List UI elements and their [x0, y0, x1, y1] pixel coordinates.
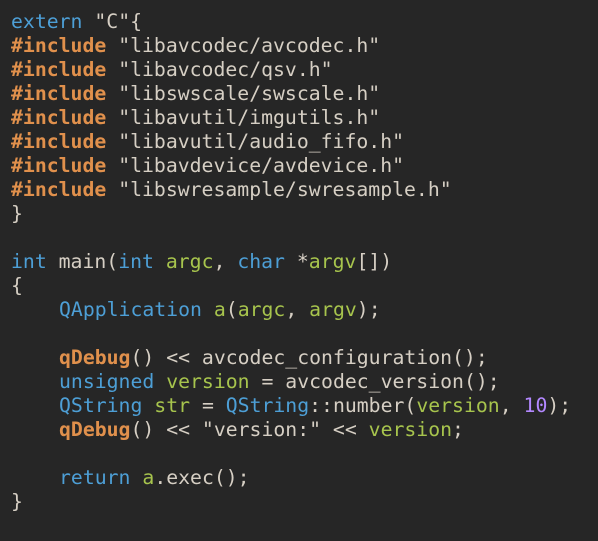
- code-line: QString str = QString::number(version, 1…: [11, 394, 598, 418]
- code-token: argc: [165, 250, 214, 273]
- code-line: #include "libavcodec/qsv.h": [11, 58, 598, 82]
- code-token: QString: [59, 394, 143, 417]
- code-token: );: [547, 394, 572, 417]
- code-line: ​: [11, 442, 598, 466]
- code-token: ;: [452, 418, 464, 441]
- code-token: "libswresample/swresample.h": [106, 178, 452, 201]
- code-token: version: [368, 418, 453, 441]
- code-token: #include: [11, 58, 107, 81]
- code-token: "libavcodec/avcodec.h": [106, 34, 381, 57]
- code-token: argv: [308, 250, 357, 273]
- code-token: extern: [11, 10, 83, 33]
- code-line: qDebug() << "version:" << version;: [11, 418, 598, 442]
- code-token: unsigned: [59, 370, 155, 393]
- code-token: a: [213, 298, 226, 321]
- code-line: #include "libavdevice/avdevice.h": [11, 154, 598, 178]
- code-token: }: [11, 490, 23, 513]
- code-editor[interactable]: extern "C"{#include "libavcodec/avcodec.…: [0, 0, 598, 541]
- code-line: unsigned version = avcodec_version();: [11, 370, 598, 394]
- code-line: return a.exec();: [11, 466, 598, 490]
- code-token: .exec();: [154, 466, 250, 489]
- code-token: argc: [237, 298, 286, 321]
- code-line: }: [11, 202, 598, 226]
- code-token: #include: [11, 34, 107, 57]
- code-line: extern "C"{: [11, 10, 598, 34]
- code-line: ​: [11, 226, 598, 250]
- code-line: int main(int argc, char *argv[]): [11, 250, 598, 274]
- code-token: #include: [11, 154, 107, 177]
- code-token: QApplication: [59, 298, 202, 321]
- code-token: char: [237, 250, 285, 273]
- code-token: return: [59, 466, 131, 489]
- code-token: qDebug: [59, 346, 131, 369]
- code-token: "libavutil/imgutils.h": [106, 106, 381, 129]
- code-token: ::number(: [309, 394, 417, 417]
- code-line: qDebug() << avcodec_configuration();: [11, 346, 598, 370]
- code-token: "libavdevice/avdevice.h": [106, 154, 405, 177]
- code-token: a: [142, 466, 155, 489]
- code-token: }: [11, 202, 23, 225]
- code-line: QApplication a(argc, argv);: [11, 298, 598, 322]
- code-token: []): [356, 250, 393, 273]
- code-token: *: [284, 250, 309, 273]
- code-line: {: [11, 274, 598, 298]
- code-line: #include "libswscale/swscale.h": [11, 82, 598, 106]
- code-token: version: [166, 370, 250, 393]
- code-token: main(: [46, 250, 119, 273]
- code-token: #include: [11, 82, 107, 105]
- code-token: =: [190, 394, 226, 417]
- code-token: qDebug: [59, 418, 131, 441]
- code-line: #include "libavutil/audio_fifo.h": [11, 130, 598, 154]
- code-token: QString: [225, 394, 310, 417]
- code-token: str: [154, 394, 191, 417]
- code-token: ,: [499, 394, 524, 417]
- code-line: #include "libswresample/swresample.h": [11, 178, 598, 202]
- code-token: #include: [11, 106, 107, 129]
- code-line: ​: [11, 322, 598, 346]
- code-token: argv: [309, 298, 357, 321]
- code-token: {: [11, 274, 23, 297]
- code-token: "libswscale/swscale.h": [106, 82, 381, 105]
- code-token: ,: [213, 250, 238, 273]
- code-token: version: [416, 394, 500, 417]
- code-token: "C"{: [82, 10, 143, 33]
- code-token: ,: [285, 298, 310, 321]
- code-token: );: [356, 298, 381, 321]
- code-token: "libavcodec/qsv.h": [106, 58, 333, 81]
- code-token: = avcodec_version();: [249, 370, 500, 393]
- code-token: (: [225, 298, 238, 321]
- code-token: 10: [523, 394, 548, 417]
- code-token: int: [11, 250, 47, 273]
- code-token: int: [118, 250, 154, 273]
- code-token: "libavutil/audio_fifo.h": [106, 130, 405, 153]
- code-token: #include: [11, 178, 107, 201]
- code-token: () << avcodec_configuration();: [130, 346, 488, 369]
- code-line: #include "libavcodec/avcodec.h": [11, 34, 598, 58]
- code-line: }: [11, 490, 598, 514]
- code-token: #include: [11, 130, 107, 153]
- code-line: #include "libavutil/imgutils.h": [11, 106, 598, 130]
- code-token: () << "version:" <<: [130, 418, 369, 441]
